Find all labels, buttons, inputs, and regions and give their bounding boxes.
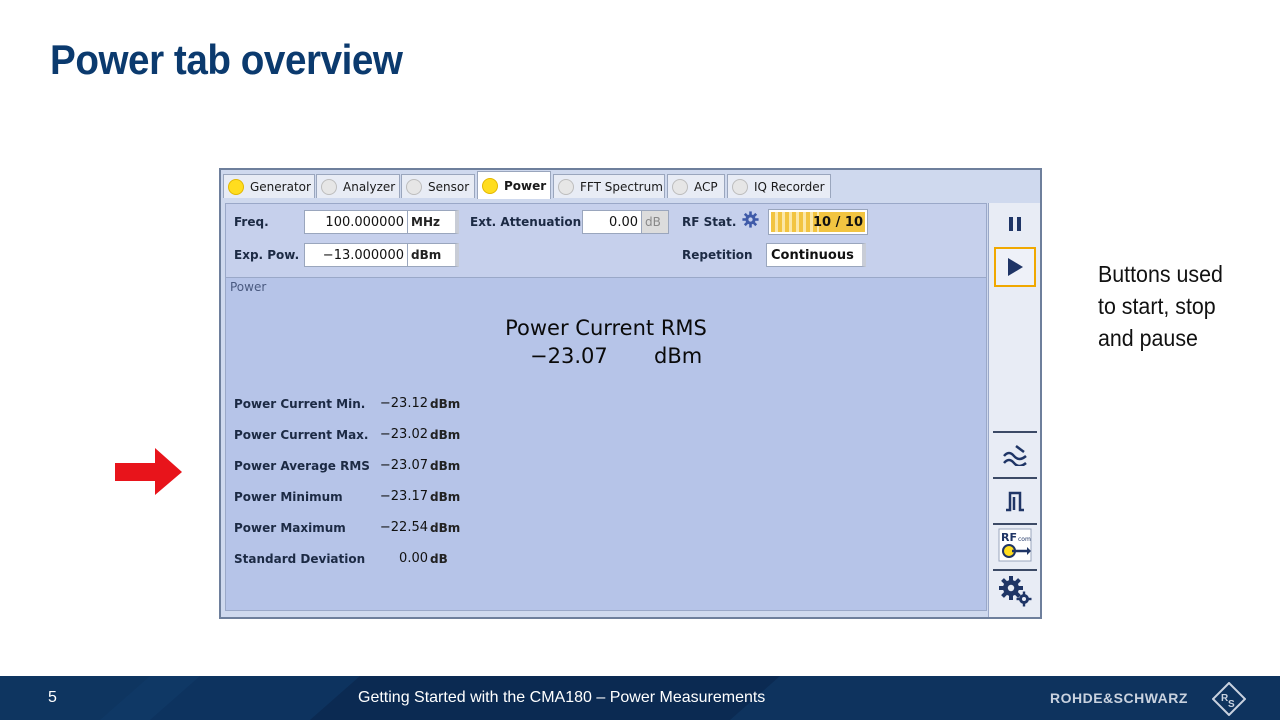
- status-indicator-icon: [732, 178, 748, 195]
- pause-icon: [1009, 217, 1021, 231]
- ext-attenuation-input[interactable]: 0.00: [582, 210, 642, 234]
- separator: [993, 477, 1037, 479]
- tab-label: Analyzer: [343, 179, 396, 194]
- tab-bar: Generator Analyzer Sensor Power FFT Spec…: [221, 170, 1040, 201]
- status-indicator-icon: [228, 178, 244, 195]
- svg-text:S: S: [1228, 699, 1235, 710]
- result-value: −22.54: [379, 520, 428, 535]
- tab-fft-spectrum[interactable]: FFT Spectrum: [553, 174, 665, 198]
- ext-attenuation-unit: dB: [641, 210, 669, 234]
- status-indicator-icon: [321, 178, 337, 195]
- control-sidebar: RF com: [988, 203, 1040, 617]
- ext-attenuation-label: Ext. Attenuation: [470, 215, 582, 229]
- result-value: −23.12: [379, 396, 428, 411]
- section-label: Power: [230, 280, 267, 294]
- tab-label: Generator: [250, 179, 311, 194]
- tab-label: Power: [504, 178, 547, 193]
- settings-gears-icon: [999, 576, 1032, 607]
- filter-icon: [1003, 445, 1027, 466]
- footer-text: Getting Started with the CMA180 – Power …: [358, 689, 766, 706]
- play-button[interactable]: [994, 247, 1036, 287]
- svg-text:com: com: [1018, 536, 1031, 543]
- red-arrow-icon: [115, 448, 182, 495]
- result-unit: dBm: [430, 490, 461, 504]
- exp-pow-input[interactable]: −13.000000: [304, 243, 408, 267]
- pulse-button[interactable]: [994, 481, 1036, 521]
- rf-stat-progress: 10 / 10: [768, 209, 868, 235]
- tab-iq-recorder[interactable]: IQ Recorder: [727, 174, 831, 198]
- freq-input[interactable]: 100.000000: [304, 210, 408, 234]
- tab-acp[interactable]: ACP: [667, 174, 725, 198]
- result-label: Power Maximum: [234, 521, 346, 535]
- freq-label: Freq.: [234, 215, 269, 229]
- result-value: 0.00: [399, 551, 428, 566]
- exp-pow-label: Exp. Pow.: [234, 248, 300, 262]
- result-value: −23.02: [379, 427, 428, 442]
- tab-label: FFT Spectrum: [580, 179, 663, 194]
- tab-sensor[interactable]: Sensor: [401, 174, 475, 198]
- rf-stat-gear-icon[interactable]: [742, 211, 759, 228]
- result-unit: dBm: [430, 428, 461, 442]
- status-indicator-icon: [406, 178, 422, 195]
- result-value: −23.17: [379, 489, 428, 504]
- tab-analyzer[interactable]: Analyzer: [316, 174, 400, 198]
- pause-button[interactable]: [994, 204, 1036, 244]
- settings-button[interactable]: [994, 571, 1036, 611]
- app-window: Generator Analyzer Sensor Power FFT Spec…: [219, 168, 1042, 619]
- freq-unit-select[interactable]: MHz: [407, 210, 459, 234]
- tab-label: ACP: [694, 179, 718, 194]
- repetition-label: Repetition: [682, 248, 753, 262]
- tab-generator[interactable]: Generator: [223, 174, 315, 198]
- play-icon: [1008, 258, 1023, 276]
- exp-pow-unit-select[interactable]: dBm: [407, 243, 459, 267]
- tab-label: IQ Recorder: [754, 179, 825, 194]
- rf-connect-button[interactable]: RF com: [994, 525, 1036, 565]
- tab-label: Sensor: [428, 179, 470, 194]
- pulse-icon: [1006, 491, 1024, 512]
- result-unit: dBm: [430, 397, 461, 411]
- page-number: 5: [48, 689, 57, 706]
- slide-title: Power tab overview: [50, 36, 403, 83]
- filter-button[interactable]: [994, 435, 1036, 475]
- annotation-line: and pause: [1098, 325, 1198, 351]
- result-unit: dBm: [430, 459, 461, 473]
- main-result-value: −23.07: [530, 344, 608, 368]
- power-panel: Freq. 100.000000 MHz Ext. Attenuation 0.…: [225, 203, 987, 611]
- slide-footer: 5 Getting Started with the CMA180 – Powe…: [0, 676, 1280, 720]
- annotation-line: to start, stop: [1098, 293, 1216, 319]
- result-unit: dB: [430, 552, 448, 566]
- rf-stat-value: 10 / 10: [813, 214, 863, 230]
- status-indicator-icon: [558, 178, 574, 195]
- annotation-text: Buttons used to start, stop and pause: [1098, 258, 1238, 354]
- rohde-schwarz-logo-icon: R S: [1212, 682, 1246, 716]
- annotation-line: Buttons used: [1098, 261, 1223, 287]
- status-indicator-icon: [482, 177, 498, 194]
- result-value: −23.07: [379, 458, 428, 473]
- main-result-unit: dBm: [654, 344, 703, 368]
- main-result-title: Power Current RMS: [505, 316, 707, 340]
- status-indicator-icon: [672, 178, 688, 195]
- rf-stat-label: RF Stat.: [682, 215, 737, 229]
- tab-power[interactable]: Power: [477, 171, 551, 199]
- repetition-select[interactable]: Continuous: [766, 243, 866, 267]
- brand-name: ROHDE&SCHWARZ: [1050, 690, 1188, 706]
- result-label: Power Minimum: [234, 490, 343, 504]
- svg-text:RF: RF: [1001, 531, 1017, 544]
- separator: [993, 431, 1037, 433]
- result-unit: dBm: [430, 521, 461, 535]
- rf-connect-icon: RF com: [998, 528, 1032, 562]
- settings-area: Freq. 100.000000 MHz Ext. Attenuation 0.…: [226, 204, 986, 278]
